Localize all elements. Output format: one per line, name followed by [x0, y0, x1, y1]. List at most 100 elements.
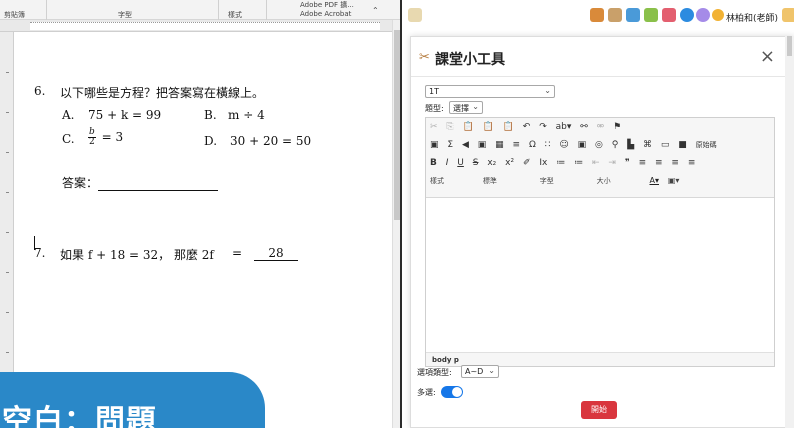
scissors-icon: ✂	[419, 50, 430, 65]
caption-banner-text: 空白：問題	[2, 404, 157, 428]
blockquote-icon[interactable]: ❞	[625, 158, 630, 168]
map-pin-icon[interactable]: ⚲	[612, 140, 619, 150]
q6-number: 6.	[34, 84, 46, 98]
format-dropdown[interactable]: 標準	[483, 176, 531, 186]
start-button[interactable]: 開始	[581, 401, 617, 419]
user-name[interactable]: 林柏和(老師)	[726, 11, 778, 24]
word-ribbon: 剪貼簿 字型 樣式 Adobe PDF 擴... Adobe Acrobat ⌃	[0, 0, 400, 20]
paste-icon[interactable]: 📋	[463, 122, 474, 132]
source-button[interactable]: 原始碼	[696, 140, 717, 150]
vertical-ruler[interactable]	[0, 32, 14, 428]
graduate-icon[interactable]	[608, 8, 622, 22]
class-select[interactable]: 1T ⌄	[425, 85, 555, 98]
ribbon-group-clipboard[interactable]: 剪貼簿	[4, 10, 25, 20]
clear-format-icon[interactable]: Ix	[539, 158, 547, 168]
chart-icon[interactable]: ▙	[627, 140, 634, 150]
ribbon-collapse-icon[interactable]: ⌃	[372, 6, 379, 15]
ribbon-group-font[interactable]: 字型	[118, 10, 132, 20]
align-center-icon[interactable]: ≡	[655, 158, 663, 168]
image-icon[interactable]: ▣	[430, 140, 439, 150]
app-logo-icon[interactable]	[408, 8, 422, 22]
chart-icon[interactable]	[644, 8, 658, 22]
bg-color-button[interactable]: ▣▾	[668, 176, 680, 185]
toolbar-row-3: B I U S x₂ x² ✐ Ix ≔ ≔ ⇤ ⇥ ❞ ≡ ≡ ≡ ≡	[430, 158, 701, 172]
english-language-icon[interactable]	[696, 8, 710, 22]
ribbon-group-styles[interactable]: 樣式	[228, 10, 242, 20]
size-dropdown[interactable]: 大小	[597, 176, 641, 186]
audio-icon[interactable]: ◀	[462, 140, 469, 150]
outdent-icon[interactable]: ⇤	[592, 158, 600, 168]
q7-answer[interactable]: 28	[254, 246, 298, 261]
q6-option-d: 30 + 20 = 50	[230, 134, 312, 148]
chinese-language-icon[interactable]	[680, 8, 694, 22]
ribbon-group-acrobat[interactable]: Adobe Acrobat	[300, 10, 351, 18]
browser-scrollbar[interactable]	[785, 36, 794, 428]
fraction-denominator: 2	[89, 137, 95, 147]
bold-button[interactable]: B	[430, 158, 437, 168]
special-char-icon[interactable]: Ω	[529, 140, 536, 150]
text-color-button[interactable]: A▾	[650, 176, 660, 185]
anchor-icon[interactable]: ⚑	[613, 122, 621, 132]
close-button[interactable]: ×	[760, 46, 775, 67]
q7-number: 7.	[34, 246, 46, 260]
toolbar-row-2: ▣ Σ ◀ ▣ ▦ ≡ Ω ∷ ☺ ▣ ◎ ⚲ ▙ ⌘ ▭ ■ 原始碼	[430, 140, 723, 154]
copy-icon[interactable]: ⎘	[446, 122, 453, 132]
youtube-icon[interactable]: ▣	[578, 140, 587, 150]
font-dropdown[interactable]: 字型	[540, 176, 588, 186]
styles-dropdown[interactable]: 樣式	[430, 176, 474, 186]
screen: 剪貼簿 字型 樣式 Adobe PDF 擴... Adobe Acrobat ⌃…	[0, 0, 794, 428]
unlink-icon[interactable]: ⚮	[597, 122, 605, 132]
underline-button[interactable]: U	[457, 158, 464, 168]
block-icon[interactable]: ■	[678, 140, 687, 150]
q6-option-c: b2 = 3	[86, 128, 123, 147]
editor-status-path: body p	[426, 352, 774, 366]
paste-word-icon[interactable]: 📋	[503, 122, 514, 132]
fraction: b2	[88, 128, 96, 147]
horizontal-rule-icon[interactable]: ≡	[513, 140, 521, 150]
emoji-icon[interactable]: ☺	[559, 140, 568, 150]
symbols-icon[interactable]: ∷	[545, 140, 551, 150]
word-vertical-scrollbar[interactable]	[392, 20, 400, 428]
chat-icon[interactable]	[662, 8, 676, 22]
video-icon[interactable]: ▣	[478, 140, 487, 150]
subscript-button[interactable]: x₂	[487, 158, 496, 168]
toolbox-icon[interactable]	[590, 8, 604, 22]
align-justify-icon[interactable]: ≡	[688, 158, 696, 168]
indent-icon[interactable]: ⇥	[608, 158, 616, 168]
strike-button[interactable]: S	[473, 158, 479, 168]
frame-icon[interactable]: ▭	[661, 140, 670, 150]
align-right-icon[interactable]: ≡	[671, 158, 679, 168]
align-left-icon[interactable]: ≡	[639, 158, 647, 168]
document-page[interactable]: 6. 以下哪些是方程？把答案寫在橫線上。 A. 75 + k = 99 B. m…	[14, 32, 392, 428]
spellcheck-icon[interactable]: ab▾	[556, 122, 572, 132]
formula-icon[interactable]: Σ	[447, 140, 453, 150]
link-icon[interactable]: ⚯	[580, 122, 588, 132]
format-painter-icon[interactable]: ✐	[523, 158, 531, 168]
document-icon[interactable]	[626, 8, 640, 22]
code-icon[interactable]: ⌘	[643, 140, 652, 150]
table-icon[interactable]: ▦	[495, 140, 504, 150]
ribbon-adobe-pdf[interactable]: Adobe PDF 擴...	[300, 0, 354, 10]
toolbar-row-1: ✂ ⎘ 📋 📋 📋 ↶ ↷ ab▾ ⚯ ⚮ ⚑	[430, 122, 627, 136]
q6-answer: 答案：	[62, 174, 219, 191]
redo-icon[interactable]: ↷	[539, 122, 547, 132]
superscript-button[interactable]: x²	[505, 158, 514, 168]
options-type-select[interactable]: A~D ⌄	[461, 365, 499, 378]
q6-answer-line[interactable]	[98, 179, 219, 191]
numbered-list-icon[interactable]: ≔	[556, 158, 565, 168]
avatar[interactable]	[712, 9, 724, 21]
bullet-list-icon[interactable]: ≔	[574, 158, 583, 168]
more-icon[interactable]	[782, 8, 794, 22]
q6-option-a-label: A.	[62, 108, 75, 122]
horizontal-ruler[interactable]	[0, 20, 392, 32]
paste-text-icon[interactable]: 📋	[483, 122, 494, 132]
q7-text: 如果 f + 18 = 32， 那麼 2f	[60, 248, 214, 262]
undo-icon[interactable]: ↶	[523, 122, 531, 132]
multi-select-toggle[interactable]	[441, 386, 463, 398]
italic-button[interactable]: I	[446, 158, 449, 168]
q6-option-d-label: D.	[204, 134, 218, 148]
embed-icon[interactable]: ◎	[595, 140, 603, 150]
rich-text-editor[interactable]: ✂ ⎘ 📋 📋 📋 ↶ ↷ ab▾ ⚯ ⚮ ⚑ ▣ Σ ◀ ▣ ▦ ≡ Ω ∷ …	[425, 117, 775, 367]
cut-icon[interactable]: ✂	[430, 122, 438, 132]
question-type-select[interactable]: 選擇 ⌄	[449, 101, 483, 114]
